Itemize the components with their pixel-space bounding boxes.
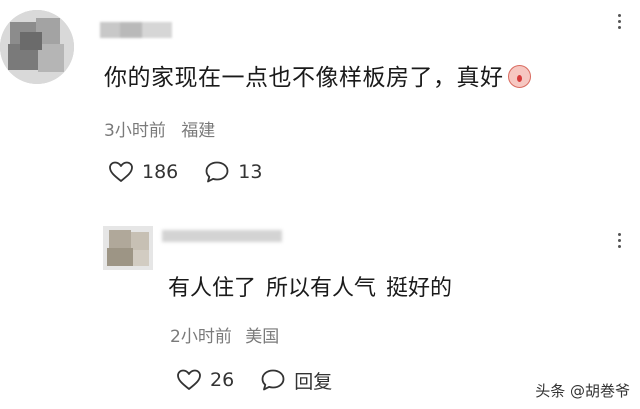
reply-text-part3: 挺好的 xyxy=(386,276,453,301)
comment-meta: 3小时前 福建 xyxy=(104,116,215,141)
heart-icon xyxy=(177,369,201,390)
reply-text-part2: 所以有人气 xyxy=(266,276,377,301)
reply-like-count: 26 xyxy=(210,369,235,391)
reply-count: 13 xyxy=(238,161,263,183)
comment-actions: 186 13 xyxy=(108,158,262,186)
comment-location: 福建 xyxy=(181,121,216,141)
comment-time: 3小时前 xyxy=(104,121,166,141)
reply-button-label: 回复 xyxy=(294,370,333,393)
like-button[interactable]: 186 xyxy=(108,160,178,184)
more-options-icon[interactable] xyxy=(618,14,622,32)
reply-button[interactable]: 回复 xyxy=(260,367,332,394)
comment-bubble-icon xyxy=(261,369,285,391)
commenter-name-blurred[interactable] xyxy=(100,22,172,38)
comment-bubble-icon xyxy=(205,161,229,183)
reply-more-options-icon[interactable] xyxy=(618,233,622,251)
blushing-face-emoji-icon xyxy=(507,65,531,88)
reply-text: 有人住了 所以有人气 挺好的 xyxy=(168,270,452,302)
like-count: 186 xyxy=(142,161,179,183)
reply-actions: 26 回复 xyxy=(176,366,332,394)
heart-icon xyxy=(109,161,133,182)
reply-location: 美国 xyxy=(245,327,280,347)
reply-avatar[interactable] xyxy=(103,226,153,270)
reply-count-button[interactable]: 13 xyxy=(204,160,262,184)
reply-name-blurred[interactable] xyxy=(162,230,282,242)
reply-time: 2小时前 xyxy=(170,327,232,347)
reply-text-part1: 有人住了 xyxy=(168,276,257,301)
commenter-avatar[interactable] xyxy=(0,10,74,84)
watermark: 头条 @胡巻爷 xyxy=(535,382,630,400)
comment-text: 你的家现在一点也不像样板房了，真好 xyxy=(104,58,531,92)
comment-text-content: 你的家现在一点也不像样板房了，真好 xyxy=(104,65,504,91)
reply-meta: 2小时前 美国 xyxy=(170,322,279,347)
reply-like-button[interactable]: 26 xyxy=(176,368,234,392)
